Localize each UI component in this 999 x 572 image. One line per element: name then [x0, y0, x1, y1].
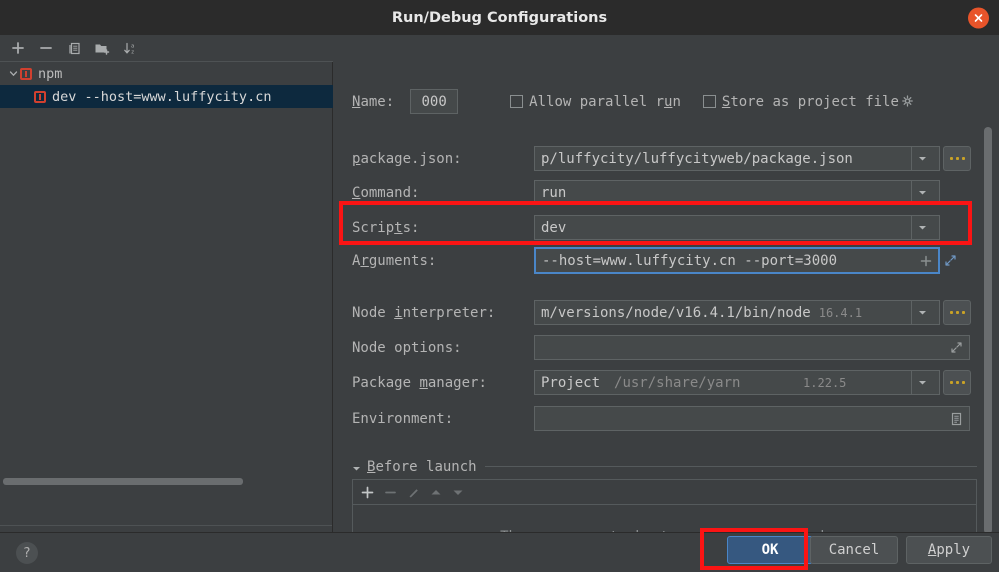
arguments-label: Arguments: [352, 252, 437, 269]
configurations-tree: npm dev --host=www.luffycity.cn [0, 62, 333, 108]
package-manager-path: /usr/share/yarn [614, 374, 741, 391]
node-options-label: Node options: [352, 339, 462, 356]
scripts-value: dev [541, 219, 567, 236]
environment-row: Environment: [352, 406, 970, 431]
command-label: Command: [352, 184, 420, 201]
name-value: 000 [421, 93, 447, 110]
configurations-sidebar: a z npm dev --host=www.luffycity.cn [0, 35, 333, 555]
package-manager-value: Project [541, 374, 601, 391]
node-options-row: Node options: [352, 335, 970, 360]
package-json-row: package.json: p/luffycity/luffycityweb/p… [352, 146, 971, 171]
move-task-up-button[interactable] [430, 488, 442, 497]
gear-icon[interactable] [901, 95, 914, 108]
npm-icon [34, 90, 46, 103]
remove-configuration-button[interactable] [34, 37, 58, 59]
arguments-value: --host=www.luffycity.cn --port=3000 [542, 252, 838, 269]
node-interpreter-value: m/versions/node/v16.4.1/bin/node [541, 304, 811, 321]
before-launch-header[interactable]: Before launch [352, 457, 977, 476]
editor-vertical-scrollbar[interactable] [984, 127, 992, 534]
copy-configuration-button[interactable] [62, 37, 86, 59]
scripts-combo[interactable]: dev [534, 215, 940, 240]
tree-group-label: npm [38, 65, 63, 82]
tree-item-label: dev --host=www.luffycity.cn [52, 88, 272, 105]
store-as-project-file-label: Store as project file [721, 93, 899, 110]
package-json-browse-button[interactable] [943, 146, 971, 171]
environment-variables-icon[interactable] [950, 412, 963, 426]
arguments-input[interactable]: --host=www.luffycity.cn --port=3000 [534, 247, 940, 274]
environment-label: Environment: [352, 410, 454, 427]
sidebar-horizontal-scrollbar[interactable] [3, 478, 243, 485]
chevron-down-icon[interactable] [911, 181, 933, 204]
chevron-down-icon[interactable] [352, 457, 361, 476]
chevron-down-icon[interactable] [911, 216, 933, 239]
cancel-button[interactable]: Cancel [810, 536, 898, 564]
remove-task-button[interactable] [384, 486, 397, 499]
chevron-down-icon[interactable] [911, 147, 933, 170]
command-combo[interactable]: run [534, 180, 940, 205]
ok-button[interactable]: OK [727, 536, 813, 564]
package-json-value: p/luffycity/luffycityweb/package.json [541, 150, 853, 167]
tree-item-dev[interactable]: dev --host=www.luffycity.cn [0, 85, 333, 108]
package-manager-row: Package manager: Project /usr/share/yarn… [352, 370, 971, 395]
node-interpreter-combo[interactable]: m/versions/node/v16.4.1/bin/node 16.4.1 [534, 300, 940, 325]
pencil-icon[interactable] [407, 486, 420, 499]
node-interpreter-row: Node interpreter: m/versions/node/v16.4.… [352, 300, 971, 325]
node-interpreter-browse-button[interactable] [943, 300, 971, 325]
before-launch-divider [484, 466, 977, 467]
apply-button[interactable]: Apply [906, 536, 992, 564]
tree-group-npm[interactable]: npm [0, 62, 333, 85]
package-manager-combo[interactable]: Project /usr/share/yarn 1.22.5 [534, 370, 940, 395]
name-label: Name: [352, 93, 395, 110]
window-title: Run/Debug Configurations [391, 9, 608, 26]
package-json-combo[interactable]: p/luffycity/luffycityweb/package.json [534, 146, 940, 171]
sort-alpha-icon[interactable]: a z [118, 37, 142, 59]
command-value: run [541, 184, 567, 201]
name-input[interactable]: 000 [410, 89, 459, 114]
allow-parallel-run-checkbox[interactable] [510, 95, 524, 108]
expand-editor-icon[interactable] [944, 254, 957, 267]
plus-icon[interactable] [920, 255, 932, 267]
store-as-project-file-checkbox[interactable] [702, 95, 716, 108]
run-debug-configurations-dialog: Run/Debug Configurations a z npm dev --h… [0, 0, 999, 572]
titlebar: Run/Debug Configurations [0, 0, 999, 35]
package-manager-version: 1.22.5 [803, 375, 847, 390]
folder-add-icon[interactable] [90, 37, 114, 59]
configuration-editor-panel: Name: 000 Allow parallel run Store as pr… [334, 35, 999, 567]
sidebar-toolbar: a z [0, 35, 333, 62]
chevron-down-icon[interactable] [6, 69, 20, 78]
package-manager-browse-button[interactable] [943, 370, 971, 395]
command-row: Command: run [352, 180, 940, 205]
chevron-down-icon[interactable] [911, 371, 933, 394]
add-task-button[interactable] [361, 486, 374, 499]
node-interpreter-version: 16.4.1 [818, 305, 863, 320]
node-interpreter-label: Node interpreter: [352, 304, 496, 321]
scripts-label: Scripts: [352, 219, 420, 236]
scripts-row: Scripts: dev [352, 215, 940, 240]
npm-icon [20, 67, 32, 80]
before-launch-title: Before launch [367, 458, 477, 475]
before-launch-toolbar [353, 480, 976, 505]
package-manager-label: Package manager: [352, 374, 487, 391]
move-task-down-button[interactable] [452, 488, 464, 497]
expand-editor-icon[interactable] [950, 341, 963, 354]
package-json-label: package.json: [352, 150, 462, 167]
close-icon[interactable] [968, 7, 989, 28]
help-button[interactable]: ? [16, 542, 38, 564]
node-options-input[interactable] [534, 335, 970, 360]
chevron-down-icon[interactable] [911, 301, 933, 324]
allow-parallel-run-label: Allow parallel run [529, 93, 681, 110]
svg-text:z: z [131, 49, 134, 55]
name-row: Name: 000 Allow parallel run Store as pr… [352, 89, 914, 114]
arguments-row: Arguments: --host=www.luffycity.cn --por… [352, 247, 957, 274]
add-configuration-button[interactable] [6, 37, 30, 59]
environment-input[interactable] [534, 406, 970, 431]
